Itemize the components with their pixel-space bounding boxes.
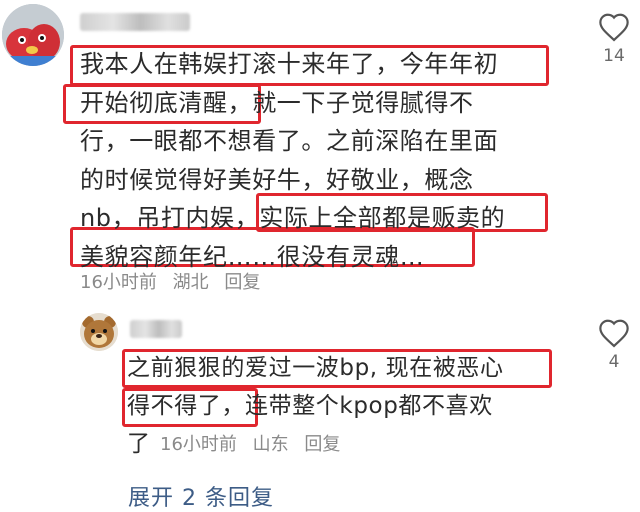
- reply-reply-button[interactable]: 回复: [304, 434, 340, 455]
- comment-location: 湖北: [172, 272, 209, 293]
- comment-reply-button[interactable]: 回复: [224, 272, 260, 293]
- reply-like-count: 4: [608, 352, 620, 372]
- comment-like-count: 14: [603, 46, 625, 66]
- commenter-avatar[interactable]: [2, 4, 64, 66]
- comment-text: 我本人在韩娱打滚十来年了，今年年初 开始彻底清醒，就一下子觉得腻得不 行，一眼都…: [80, 50, 506, 271]
- comment-like-button[interactable]: 14: [590, 12, 638, 66]
- replier-avatar[interactable]: [80, 313, 118, 351]
- comment-time: 16小时前: [80, 272, 157, 293]
- reply-like-button[interactable]: 4: [590, 318, 638, 372]
- heart-outline-icon: [599, 319, 629, 348]
- reply-time: 16小时前: [160, 434, 237, 455]
- reply-location: 山东: [252, 434, 289, 455]
- comment-meta: 16小时前 湖北 回复: [80, 268, 270, 294]
- reply-meta: 16小时前 山东 回复: [160, 430, 350, 456]
- heart-outline-icon: [599, 13, 629, 42]
- replier-username-blurred[interactable]: [130, 320, 182, 338]
- expand-replies-link[interactable]: 展开 2 条回复: [128, 480, 274, 512]
- commenter-username-blurred[interactable]: [80, 13, 190, 31]
